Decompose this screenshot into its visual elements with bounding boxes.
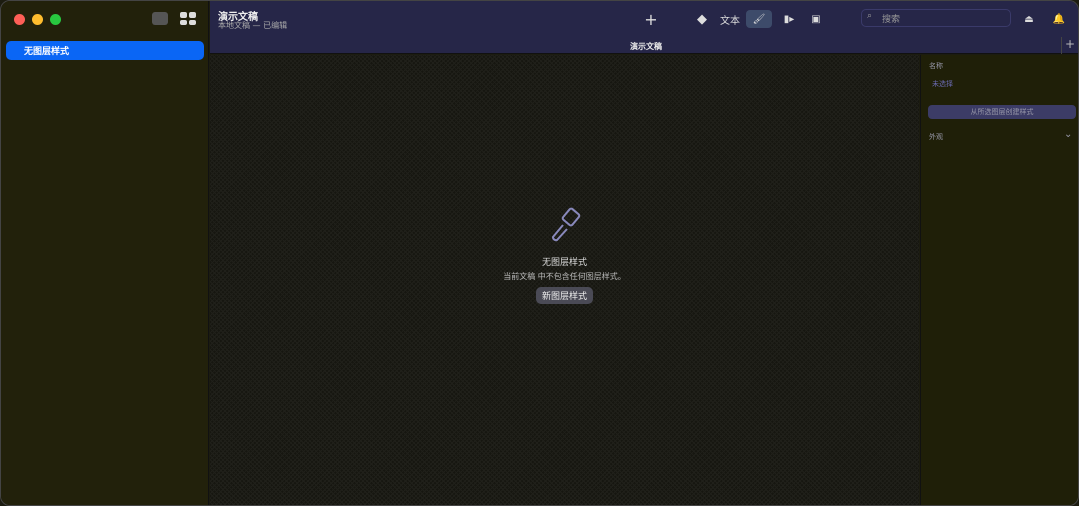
search-placeholder: 搜索 [882, 15, 901, 25]
text-button[interactable]: 文本 [718, 10, 742, 28]
create-style-button[interactable]: 从所选图层创建样式 [928, 105, 1076, 119]
canvas: 无图层样式 当前文稿 中不包含任何图层样式。 新图层样式 [210, 55, 919, 505]
empty-title: 无图层样式 [541, 258, 587, 268]
add-button[interactable]: + [643, 10, 659, 29]
notification-bell-icon[interactable]: 🔔 [1050, 10, 1068, 28]
sidebar-toggle-icon[interactable] [152, 12, 168, 25]
document-subtitle: 本地文稿 — 已编辑 [218, 21, 288, 30]
inspector-panel: 名称 未选择 从所选图层创建样式 外观 ⌄ [920, 55, 1078, 505]
paintbrush-icon [551, 207, 580, 242]
new-layer-style-button[interactable]: 新图层样式 [535, 287, 593, 304]
search-icon: ⌕ [867, 11, 873, 21]
empty-state: 无图层样式 当前文稿 中不包含任何图层样式。 新图层样式 [210, 205, 919, 304]
close-button[interactable] [14, 14, 25, 25]
name-label: 名称 [929, 62, 943, 70]
chevron-down-icon[interactable]: ⌄ [1064, 129, 1072, 140]
window-controls [14, 14, 61, 25]
minimize-button[interactable] [32, 14, 43, 25]
new-tab-button[interactable]: + [1061, 37, 1078, 54]
zoom-button[interactable] [50, 14, 61, 25]
empty-description: 当前文稿 中不包含任何图层样式。 [503, 272, 626, 281]
app-window: 无图层样式 演示文稿 本地文稿 — 已编辑 + ◆ 文本 🖌 ▮▸ ▣ ⌕ 搜索 … [0, 0, 1079, 506]
toolbar: 演示文稿 本地文稿 — 已编辑 + ◆ 文本 🖌 ▮▸ ▣ ⌕ 搜索 ⏏ 🔔 演示… [210, 1, 1078, 54]
name-value[interactable]: 未选择 [932, 79, 953, 89]
shape-icon[interactable]: ▮▸ [780, 10, 798, 28]
appearance-label: 外观 [929, 133, 943, 141]
search-input[interactable]: ⌕ 搜索 [861, 9, 1011, 27]
grid-view-icon[interactable] [180, 12, 196, 25]
brush-icon[interactable]: 🖌 [746, 10, 772, 28]
bell-dome-icon[interactable]: ⏏ [1020, 10, 1038, 28]
present-icon[interactable]: ▣ [807, 10, 825, 28]
sidebar: 无图层样式 [1, 1, 209, 505]
diamond-icon[interactable]: ◆ [695, 10, 709, 28]
tab-document[interactable]: 演示文稿 [630, 41, 662, 52]
sidebar-item-no-layer-style[interactable]: 无图层样式 [6, 41, 204, 60]
